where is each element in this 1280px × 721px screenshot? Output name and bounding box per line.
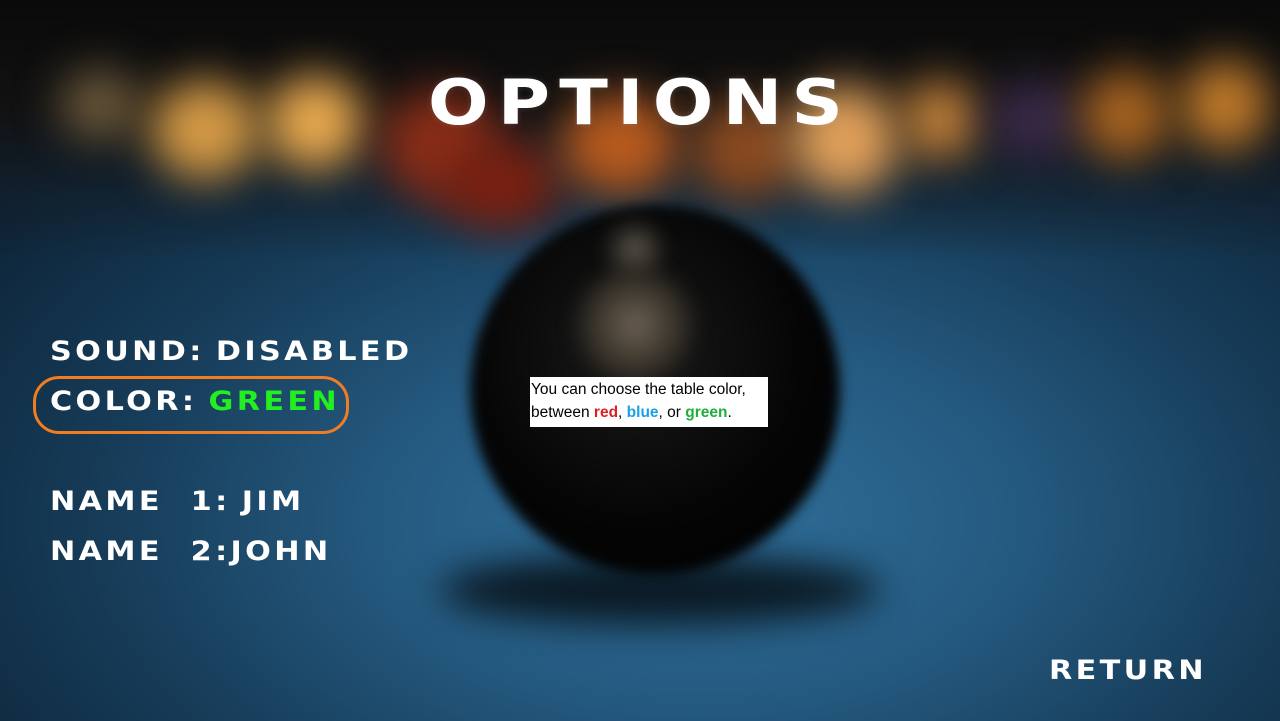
name-1-label: NAME 1: bbox=[50, 486, 231, 517]
options-screen: OPTIONS SOUND: DISABLED COLOR: GREEN NAM… bbox=[0, 0, 1280, 721]
name-2-value: JOHN bbox=[230, 536, 332, 567]
background-ball bbox=[1180, 60, 1270, 150]
tooltip-period: . bbox=[727, 404, 732, 421]
name-2-option[interactable]: NAME 2: JOHN bbox=[50, 536, 332, 567]
background-ball bbox=[440, 140, 560, 230]
name-1-option[interactable]: NAME 1: JIM bbox=[50, 486, 304, 517]
background-ball bbox=[990, 80, 1080, 160]
color-value: GREEN bbox=[208, 386, 341, 417]
return-button[interactable]: RETURN bbox=[1049, 655, 1207, 686]
tooltip-separator: , bbox=[618, 404, 627, 421]
tooltip-separator: , or bbox=[658, 404, 686, 421]
color-tooltip: You can choose the table color, between … bbox=[530, 377, 768, 427]
background-ball bbox=[60, 70, 140, 140]
name-2-label: NAME 2: bbox=[50, 536, 231, 567]
eight-ball-number-spot bbox=[570, 265, 700, 385]
tooltip-line-2: between red, blue, or green. bbox=[531, 401, 767, 424]
tooltip-prefix: between bbox=[531, 404, 594, 421]
background-ball bbox=[1080, 70, 1170, 160]
color-label: COLOR: bbox=[50, 386, 198, 417]
tooltip-blue-word: blue bbox=[626, 404, 659, 421]
tooltip-green-word: green bbox=[685, 404, 728, 421]
tooltip-red-word: red bbox=[593, 404, 619, 421]
sound-label: SOUND: bbox=[50, 336, 205, 367]
page-title: OPTIONS bbox=[427, 66, 853, 139]
sound-value: DISABLED bbox=[215, 336, 413, 367]
sound-option[interactable]: SOUND: DISABLED bbox=[50, 336, 412, 367]
tooltip-line-1: You can choose the table color, bbox=[531, 381, 746, 398]
background-ball bbox=[150, 80, 260, 180]
background-ball bbox=[265, 75, 365, 170]
color-option[interactable]: COLOR: GREEN bbox=[50, 386, 340, 417]
name-1-value: JIM bbox=[241, 486, 305, 517]
